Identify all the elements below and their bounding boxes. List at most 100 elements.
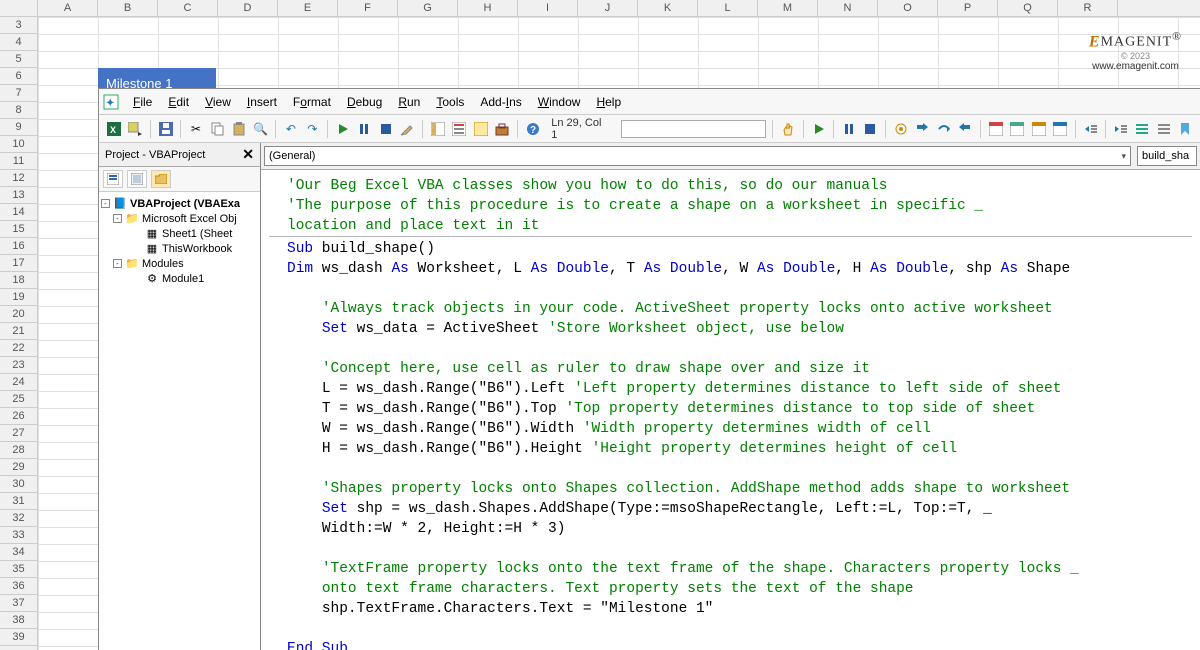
row-header[interactable]: 17 xyxy=(0,255,37,272)
menu-tools[interactable]: Tools xyxy=(428,93,472,111)
properties-icon[interactable] xyxy=(450,120,467,138)
col-header[interactable]: I xyxy=(518,0,578,16)
immediate-window-icon[interactable] xyxy=(1008,120,1025,138)
row-header[interactable]: 16 xyxy=(0,238,37,255)
row-header[interactable]: 39 xyxy=(0,629,37,646)
locals-window-icon[interactable] xyxy=(987,120,1004,138)
row-header[interactable]: 23 xyxy=(0,357,37,374)
code-editor[interactable]: 'Our Beg Excel VBA classes show you how … xyxy=(261,170,1200,650)
view-object-icon[interactable] xyxy=(127,170,147,188)
help-icon[interactable]: ? xyxy=(524,120,541,138)
col-header[interactable]: K xyxy=(638,0,698,16)
row-header[interactable]: 4 xyxy=(0,34,37,51)
row-header[interactable]: 32 xyxy=(0,510,37,527)
view-code-icon[interactable] xyxy=(103,170,123,188)
row-header[interactable]: 12 xyxy=(0,170,37,187)
row-header[interactable]: 5 xyxy=(0,51,37,68)
procedure-selector[interactable] xyxy=(621,120,767,138)
project-explorer-icon[interactable] xyxy=(429,120,446,138)
row-header[interactable]: 33 xyxy=(0,527,37,544)
toolbox-icon[interactable] xyxy=(493,120,510,138)
tree-module1[interactable]: Module1 xyxy=(162,273,204,285)
row-header[interactable]: 26 xyxy=(0,408,37,425)
row-header[interactable]: 22 xyxy=(0,340,37,357)
menu-window[interactable]: Window xyxy=(530,93,589,111)
col-header[interactable]: B xyxy=(98,0,158,16)
stop-icon[interactable] xyxy=(862,120,879,138)
col-header[interactable]: L xyxy=(698,0,758,16)
row-header[interactable]: 31 xyxy=(0,493,37,510)
row-header[interactable]: 30 xyxy=(0,476,37,493)
row-header[interactable]: 37 xyxy=(0,595,37,612)
row-header[interactable]: 15 xyxy=(0,221,37,238)
col-header[interactable]: G xyxy=(398,0,458,16)
row-header[interactable]: 14 xyxy=(0,204,37,221)
row-header[interactable]: 19 xyxy=(0,289,37,306)
design-mode-icon[interactable] xyxy=(399,120,416,138)
col-header[interactable]: C xyxy=(158,0,218,16)
menu-debug[interactable]: Debug xyxy=(339,93,390,111)
find-icon[interactable]: 🔍 xyxy=(252,120,269,138)
object-browser-icon[interactable] xyxy=(472,120,489,138)
undo-icon[interactable]: ↶ xyxy=(282,120,299,138)
col-header[interactable]: F xyxy=(338,0,398,16)
row-header[interactable]: 10 xyxy=(0,136,37,153)
project-tree[interactable]: -📘VBAProject (VBAExa -📁Microsoft Excel O… xyxy=(99,192,260,290)
col-header[interactable]: H xyxy=(458,0,518,16)
row-header[interactable]: 27 xyxy=(0,425,37,442)
col-header[interactable]: Q xyxy=(998,0,1058,16)
paste-icon[interactable] xyxy=(230,120,247,138)
uncomment-block-icon[interactable] xyxy=(1155,120,1172,138)
col-header[interactable]: M xyxy=(758,0,818,16)
row-header[interactable]: 20 xyxy=(0,306,37,323)
folder-excel-objects[interactable]: Microsoft Excel Obj xyxy=(142,213,237,225)
row-header[interactable]: 29 xyxy=(0,459,37,476)
expander-icon[interactable]: - xyxy=(101,199,110,208)
callstack-window-icon[interactable] xyxy=(1051,120,1068,138)
row-header[interactable]: 6 xyxy=(0,68,37,85)
menu-insert[interactable]: Insert xyxy=(239,93,285,111)
row-header[interactable]: 35 xyxy=(0,561,37,578)
row-header[interactable]: 3 xyxy=(0,17,37,34)
object-dropdown[interactable]: (General)▾ xyxy=(264,146,1131,166)
tree-sheet1[interactable]: Sheet1 (Sheet xyxy=(162,228,232,240)
row-header[interactable]: 21 xyxy=(0,323,37,340)
expander-icon[interactable]: - xyxy=(113,214,122,223)
col-header[interactable]: E xyxy=(278,0,338,16)
outdent-icon[interactable] xyxy=(1082,120,1099,138)
comment-block-icon[interactable] xyxy=(1134,120,1151,138)
step-into-icon[interactable] xyxy=(914,120,931,138)
row-header[interactable]: 9 xyxy=(0,119,37,136)
save-icon[interactable] xyxy=(157,120,174,138)
close-icon[interactable]: ✕ xyxy=(242,146,254,163)
pause-icon[interactable] xyxy=(840,120,857,138)
play-icon[interactable] xyxy=(810,120,827,138)
project-root[interactable]: VBAProject (VBAExa xyxy=(130,198,240,210)
bookmark-icon[interactable] xyxy=(1177,120,1194,138)
step-over-icon[interactable] xyxy=(935,120,952,138)
col-header[interactable]: J xyxy=(578,0,638,16)
procedure-dropdown[interactable]: build_sha xyxy=(1137,146,1197,166)
col-header[interactable]: R xyxy=(1058,0,1118,16)
folder-modules[interactable]: Modules xyxy=(142,258,184,270)
step-out-icon[interactable] xyxy=(957,120,974,138)
row-header[interactable]: 7 xyxy=(0,85,37,102)
row-header[interactable]: 34 xyxy=(0,544,37,561)
col-header[interactable]: P xyxy=(938,0,998,16)
indent-icon[interactable] xyxy=(1112,120,1129,138)
row-header[interactable]: 13 xyxy=(0,187,37,204)
tree-thisworkbook[interactable]: ThisWorkbook xyxy=(162,243,232,255)
expander-icon[interactable]: - xyxy=(113,259,122,268)
row-header[interactable]: 28 xyxy=(0,442,37,459)
row-header[interactable]: 36 xyxy=(0,578,37,595)
col-header[interactable]: A xyxy=(38,0,98,16)
break-icon[interactable] xyxy=(356,120,373,138)
row-header[interactable]: 11 xyxy=(0,153,37,170)
col-header[interactable]: O xyxy=(878,0,938,16)
toggle-folders-icon[interactable] xyxy=(151,170,171,188)
menu-help[interactable]: Help xyxy=(588,93,629,111)
col-header[interactable]: D xyxy=(218,0,278,16)
cut-icon[interactable]: ✂ xyxy=(187,120,204,138)
excel-icon[interactable]: X xyxy=(105,120,122,138)
watch-window-icon[interactable] xyxy=(1030,120,1047,138)
